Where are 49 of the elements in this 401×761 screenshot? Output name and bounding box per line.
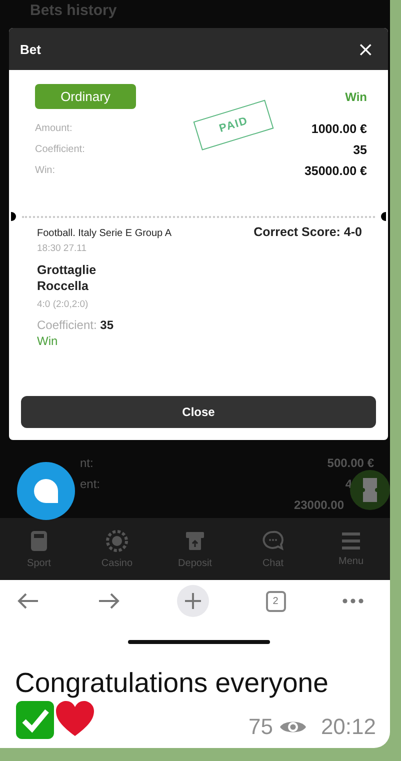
chat-icon	[261, 530, 285, 552]
menu-icon	[341, 532, 361, 550]
match-score: 4:0 (2:0,2:0)	[37, 299, 90, 310]
event-time: 18:30 27.11	[37, 243, 88, 254]
row-label: Coefficient:	[35, 143, 86, 157]
casino-chip-icon	[106, 530, 128, 552]
ticket-notch	[381, 212, 386, 221]
more-icon[interactable]	[342, 598, 364, 604]
market-name: Correct Score: 4-0	[254, 225, 362, 239]
forward-arrow-icon[interactable]	[96, 592, 120, 610]
coefficient-text: Coefficient: 35	[37, 318, 115, 332]
nav-item[interactable]: Casino	[87, 528, 147, 570]
result-text: Win	[37, 334, 59, 348]
back-arrow-icon[interactable]	[16, 592, 40, 610]
nav-item[interactable]: Deposit	[165, 528, 225, 570]
nav-item[interactable]: Sport	[9, 528, 69, 570]
row-value: 23000.00	[294, 498, 344, 512]
ticket-icon	[362, 477, 378, 503]
ticket-notch	[11, 212, 16, 221]
bet-type-badge: Ordinary	[35, 84, 136, 109]
row-label: Amount:	[35, 122, 74, 136]
row-value: 500.00 €	[327, 456, 374, 470]
heart-icon	[55, 700, 95, 738]
tab-count-button[interactable]: 2	[266, 590, 286, 612]
message-text: Congratulations everyone	[15, 666, 330, 700]
bet-status: Win	[345, 89, 367, 106]
ticket-button[interactable]	[350, 470, 390, 510]
dialog-title: Bet	[20, 42, 41, 56]
view-count: 75	[248, 714, 273, 740]
check-mark-icon	[15, 700, 55, 740]
row-label: ent:	[80, 476, 100, 490]
close-button[interactable]: Close	[21, 396, 376, 428]
new-tab-icon[interactable]	[177, 585, 209, 617]
row-label: Win:	[35, 164, 56, 178]
message-time: 20:12	[320, 714, 376, 740]
paid-stamp: PAID	[193, 100, 274, 150]
row-value: 35	[353, 142, 367, 159]
row-value: 35000.00 €	[304, 163, 367, 180]
sport-icon	[29, 530, 49, 552]
nav-item[interactable]: Menu	[321, 530, 381, 568]
team-name: Roccella	[37, 278, 90, 294]
chat-bubble-icon	[31, 476, 61, 506]
nav-item[interactable]: Chat	[243, 528, 303, 570]
row-value: 1000.00 €	[311, 121, 367, 138]
deposit-icon	[185, 530, 205, 552]
team-name: Grottaglie	[37, 262, 98, 278]
league-name: Football. Italy Serie E Group A	[37, 228, 172, 239]
page-title: Bets history	[29, 1, 118, 21]
row-label: nt:	[80, 456, 94, 470]
